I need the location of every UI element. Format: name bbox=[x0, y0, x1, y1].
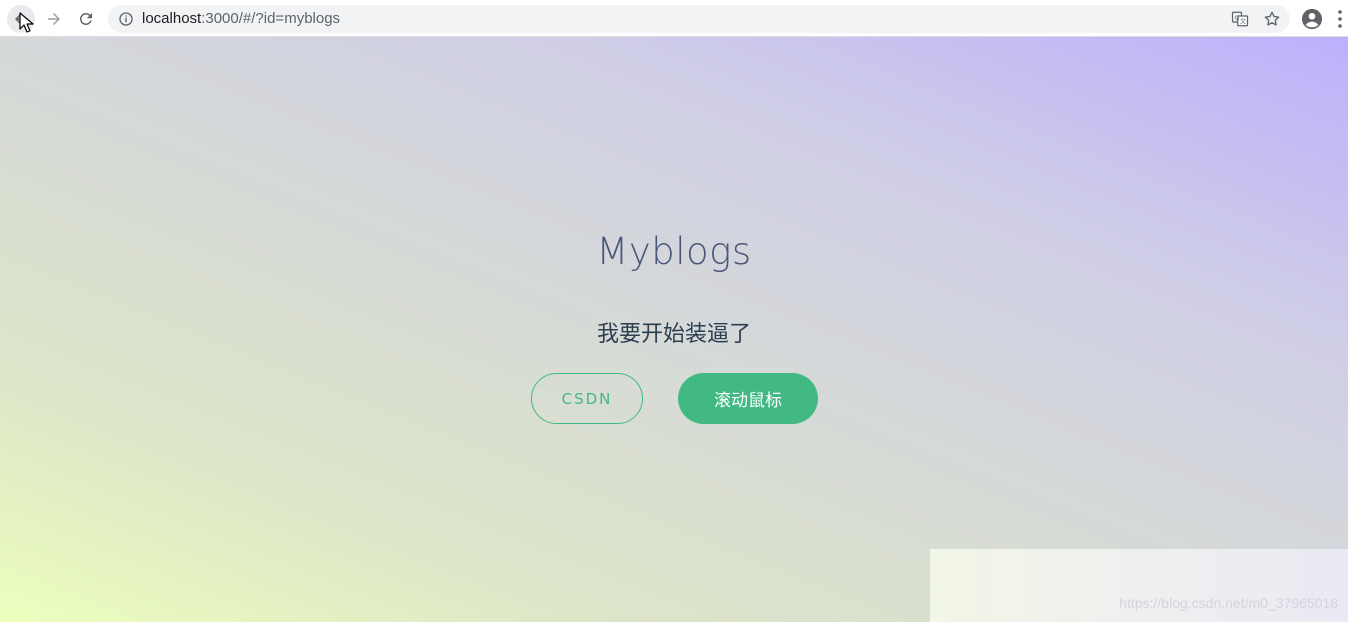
forward-button[interactable] bbox=[40, 5, 68, 33]
reload-icon bbox=[79, 12, 92, 25]
csdn-button[interactable]: CSDN bbox=[531, 373, 643, 424]
arrow-right-icon bbox=[48, 13, 60, 25]
reload-button[interactable] bbox=[72, 5, 100, 33]
star-icon[interactable] bbox=[1263, 10, 1281, 28]
account-icon[interactable] bbox=[1301, 8, 1323, 30]
scroll-mouse-button[interactable]: 滚动鼠标 bbox=[678, 373, 818, 424]
svg-text:G: G bbox=[1235, 15, 1240, 22]
info-icon[interactable] bbox=[118, 11, 134, 27]
translate-icon[interactable]: G文 bbox=[1231, 10, 1249, 28]
bottom-right-panel bbox=[930, 549, 1348, 622]
address-bar[interactable]: localhost:3000/#/?id=myblogs G文 bbox=[108, 5, 1290, 33]
browser-toolbar: localhost:3000/#/?id=myblogs G文 bbox=[0, 0, 1348, 37]
url-text[interactable]: localhost:3000/#/?id=myblogs bbox=[142, 5, 340, 33]
watermark-text: https://blog.csdn.net/m0_37965018 bbox=[1119, 595, 1338, 611]
page-subtitle: 我要开始装逼了 bbox=[596, 322, 751, 347]
url-path: :3000/#/?id=myblogs bbox=[201, 10, 341, 27]
url-host: localhost bbox=[142, 10, 202, 27]
kebab-menu-icon[interactable] bbox=[1336, 9, 1344, 29]
hero-section: Myblogs 我要开始装逼了 CSDN 滚动鼠标 https://blog.c… bbox=[0, 37, 1348, 622]
svg-text:文: 文 bbox=[1240, 18, 1246, 26]
mouse-cursor-icon bbox=[19, 12, 34, 33]
page-title: Myblogs bbox=[596, 230, 752, 273]
